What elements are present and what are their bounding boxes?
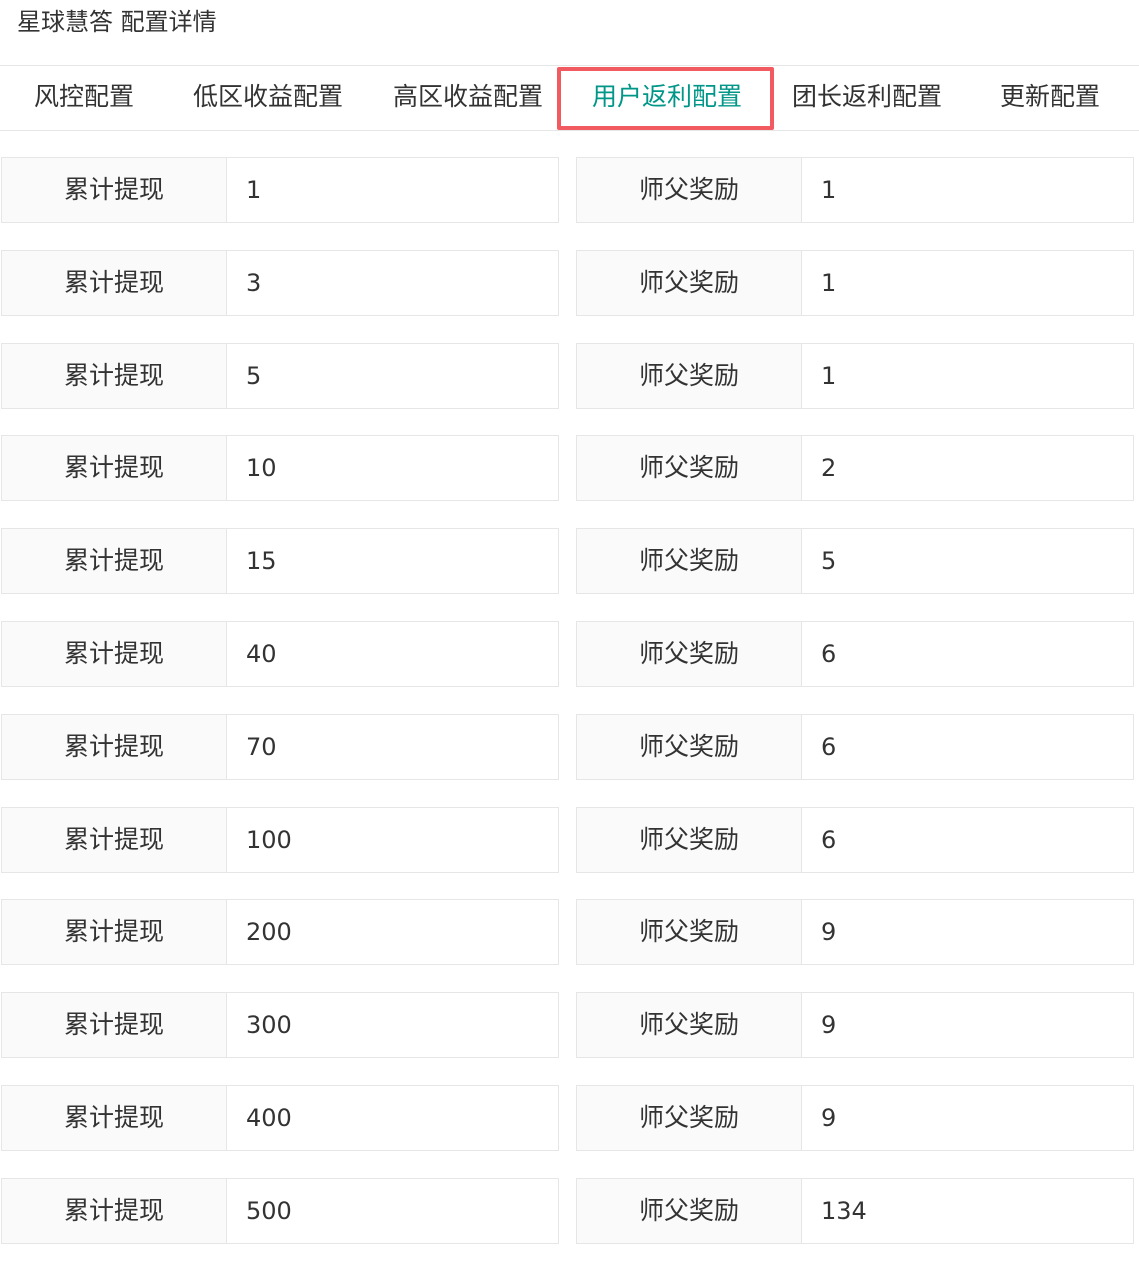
tab-high-zone-income[interactable]: 高区收益配置 bbox=[393, 66, 543, 130]
withdraw-field: 累计提现 200 bbox=[1, 899, 559, 965]
config-detail-page: 星球慧答 配置详情 风控配置 低区收益配置 高区收益配置 用户返利配置 团长返利… bbox=[0, 0, 1139, 1271]
withdraw-value: 15 bbox=[246, 547, 277, 575]
withdraw-value: 70 bbox=[246, 733, 277, 761]
reward-value: 9 bbox=[821, 1011, 837, 1039]
withdraw-field: 累计提现 1 bbox=[1, 157, 559, 223]
reward-label: 师父奖励 bbox=[577, 715, 802, 779]
reward-field: 师父奖励 1 bbox=[576, 250, 1134, 316]
reward-label: 师父奖励 bbox=[577, 529, 802, 593]
tab-low-zone-income[interactable]: 低区收益配置 bbox=[193, 66, 343, 130]
config-row: 累计提现 10 师父奖励 2 bbox=[0, 435, 1139, 501]
reward-field: 师父奖励 9 bbox=[576, 1085, 1134, 1151]
withdraw-field: 累计提现 5 bbox=[1, 343, 559, 409]
reward-label: 师父奖励 bbox=[577, 1179, 802, 1243]
withdraw-field: 累计提现 400 bbox=[1, 1085, 559, 1151]
withdraw-value: 100 bbox=[246, 826, 292, 854]
reward-label: 师父奖励 bbox=[577, 808, 802, 872]
reward-field: 师父奖励 6 bbox=[576, 621, 1134, 687]
reward-field: 师父奖励 9 bbox=[576, 992, 1134, 1058]
reward-value: 5 bbox=[821, 547, 837, 575]
reward-value: 6 bbox=[821, 826, 837, 854]
withdraw-value: 300 bbox=[246, 1011, 292, 1039]
withdraw-field: 累计提现 70 bbox=[1, 714, 559, 780]
reward-label: 师父奖励 bbox=[577, 1086, 802, 1150]
reward-label: 师父奖励 bbox=[577, 436, 802, 500]
config-row: 累计提现 70 师父奖励 6 bbox=[0, 714, 1139, 780]
config-row: 累计提现 3 师父奖励 1 bbox=[0, 250, 1139, 316]
withdraw-field: 累计提现 100 bbox=[1, 807, 559, 873]
reward-value: 1 bbox=[821, 269, 837, 297]
reward-value: 9 bbox=[821, 918, 837, 946]
withdraw-label: 累计提现 bbox=[2, 436, 227, 500]
withdraw-value: 40 bbox=[246, 640, 277, 668]
tab-risk-control[interactable]: 风控配置 bbox=[34, 66, 134, 130]
withdraw-value: 400 bbox=[246, 1104, 292, 1132]
withdraw-label: 累计提现 bbox=[2, 993, 227, 1057]
withdraw-value: 5 bbox=[246, 362, 262, 390]
withdraw-value: 3 bbox=[246, 269, 262, 297]
reward-label: 师父奖励 bbox=[577, 622, 802, 686]
reward-value: 134 bbox=[821, 1197, 867, 1225]
config-row: 累计提现 300 师父奖励 9 bbox=[0, 992, 1139, 1058]
reward-field: 师父奖励 6 bbox=[576, 807, 1134, 873]
tab-leader-rebate[interactable]: 团长返利配置 bbox=[792, 66, 942, 130]
withdraw-label: 累计提现 bbox=[2, 1086, 227, 1150]
withdraw-field: 累计提现 500 bbox=[1, 1178, 559, 1244]
reward-field: 师父奖励 6 bbox=[576, 714, 1134, 780]
reward-field: 师父奖励 1 bbox=[576, 343, 1134, 409]
config-row: 累计提现 40 师父奖励 6 bbox=[0, 621, 1139, 687]
withdraw-label: 累计提现 bbox=[2, 344, 227, 408]
config-row: 累计提现 1 师父奖励 1 bbox=[0, 157, 1139, 223]
reward-value: 1 bbox=[821, 176, 837, 204]
withdraw-field: 累计提现 10 bbox=[1, 435, 559, 501]
withdraw-label: 累计提现 bbox=[2, 715, 227, 779]
config-row: 累计提现 400 师父奖励 9 bbox=[0, 1085, 1139, 1151]
reward-label: 师父奖励 bbox=[577, 251, 802, 315]
reward-field: 师父奖励 1 bbox=[576, 157, 1134, 223]
withdraw-label: 累计提现 bbox=[2, 158, 227, 222]
config-tabs: 风控配置 低区收益配置 高区收益配置 用户返利配置 团长返利配置 更新配置 bbox=[0, 66, 1139, 131]
config-row: 累计提现 500 师父奖励 134 bbox=[0, 1178, 1139, 1244]
withdraw-field: 累计提现 40 bbox=[1, 621, 559, 687]
config-row: 累计提现 100 师父奖励 6 bbox=[0, 807, 1139, 873]
withdraw-value: 1 bbox=[246, 176, 262, 204]
config-row: 累计提现 200 师父奖励 9 bbox=[0, 899, 1139, 965]
withdraw-label: 累计提现 bbox=[2, 622, 227, 686]
withdraw-field: 累计提现 3 bbox=[1, 250, 559, 316]
withdraw-value: 200 bbox=[246, 918, 292, 946]
reward-value: 2 bbox=[821, 454, 837, 482]
withdraw-field: 累计提现 300 bbox=[1, 992, 559, 1058]
reward-label: 师父奖励 bbox=[577, 344, 802, 408]
config-row: 累计提现 5 师父奖励 1 bbox=[0, 343, 1139, 409]
tab-user-rebate[interactable]: 用户返利配置 bbox=[592, 66, 742, 130]
withdraw-label: 累计提现 bbox=[2, 1179, 227, 1243]
withdraw-value: 500 bbox=[246, 1197, 292, 1225]
page-header: 星球慧答 配置详情 bbox=[0, 0, 1139, 66]
reward-value: 6 bbox=[821, 733, 837, 761]
withdraw-label: 累计提现 bbox=[2, 529, 227, 593]
withdraw-label: 累计提现 bbox=[2, 808, 227, 872]
reward-field: 师父奖励 9 bbox=[576, 899, 1134, 965]
page-title: 星球慧答 配置详情 bbox=[17, 8, 217, 36]
reward-label: 师父奖励 bbox=[577, 993, 802, 1057]
tab-update-config[interactable]: 更新配置 bbox=[1000, 66, 1100, 130]
withdraw-field: 累计提现 15 bbox=[1, 528, 559, 594]
reward-label: 师父奖励 bbox=[577, 900, 802, 964]
reward-label: 师父奖励 bbox=[577, 158, 802, 222]
reward-field: 师父奖励 134 bbox=[576, 1178, 1134, 1244]
reward-field: 师父奖励 2 bbox=[576, 435, 1134, 501]
reward-field: 师父奖励 5 bbox=[576, 528, 1134, 594]
withdraw-value: 10 bbox=[246, 454, 277, 482]
config-row: 累计提现 15 师父奖励 5 bbox=[0, 528, 1139, 594]
withdraw-label: 累计提现 bbox=[2, 251, 227, 315]
reward-value: 9 bbox=[821, 1104, 837, 1132]
reward-value: 1 bbox=[821, 362, 837, 390]
withdraw-label: 累计提现 bbox=[2, 900, 227, 964]
reward-value: 6 bbox=[821, 640, 837, 668]
